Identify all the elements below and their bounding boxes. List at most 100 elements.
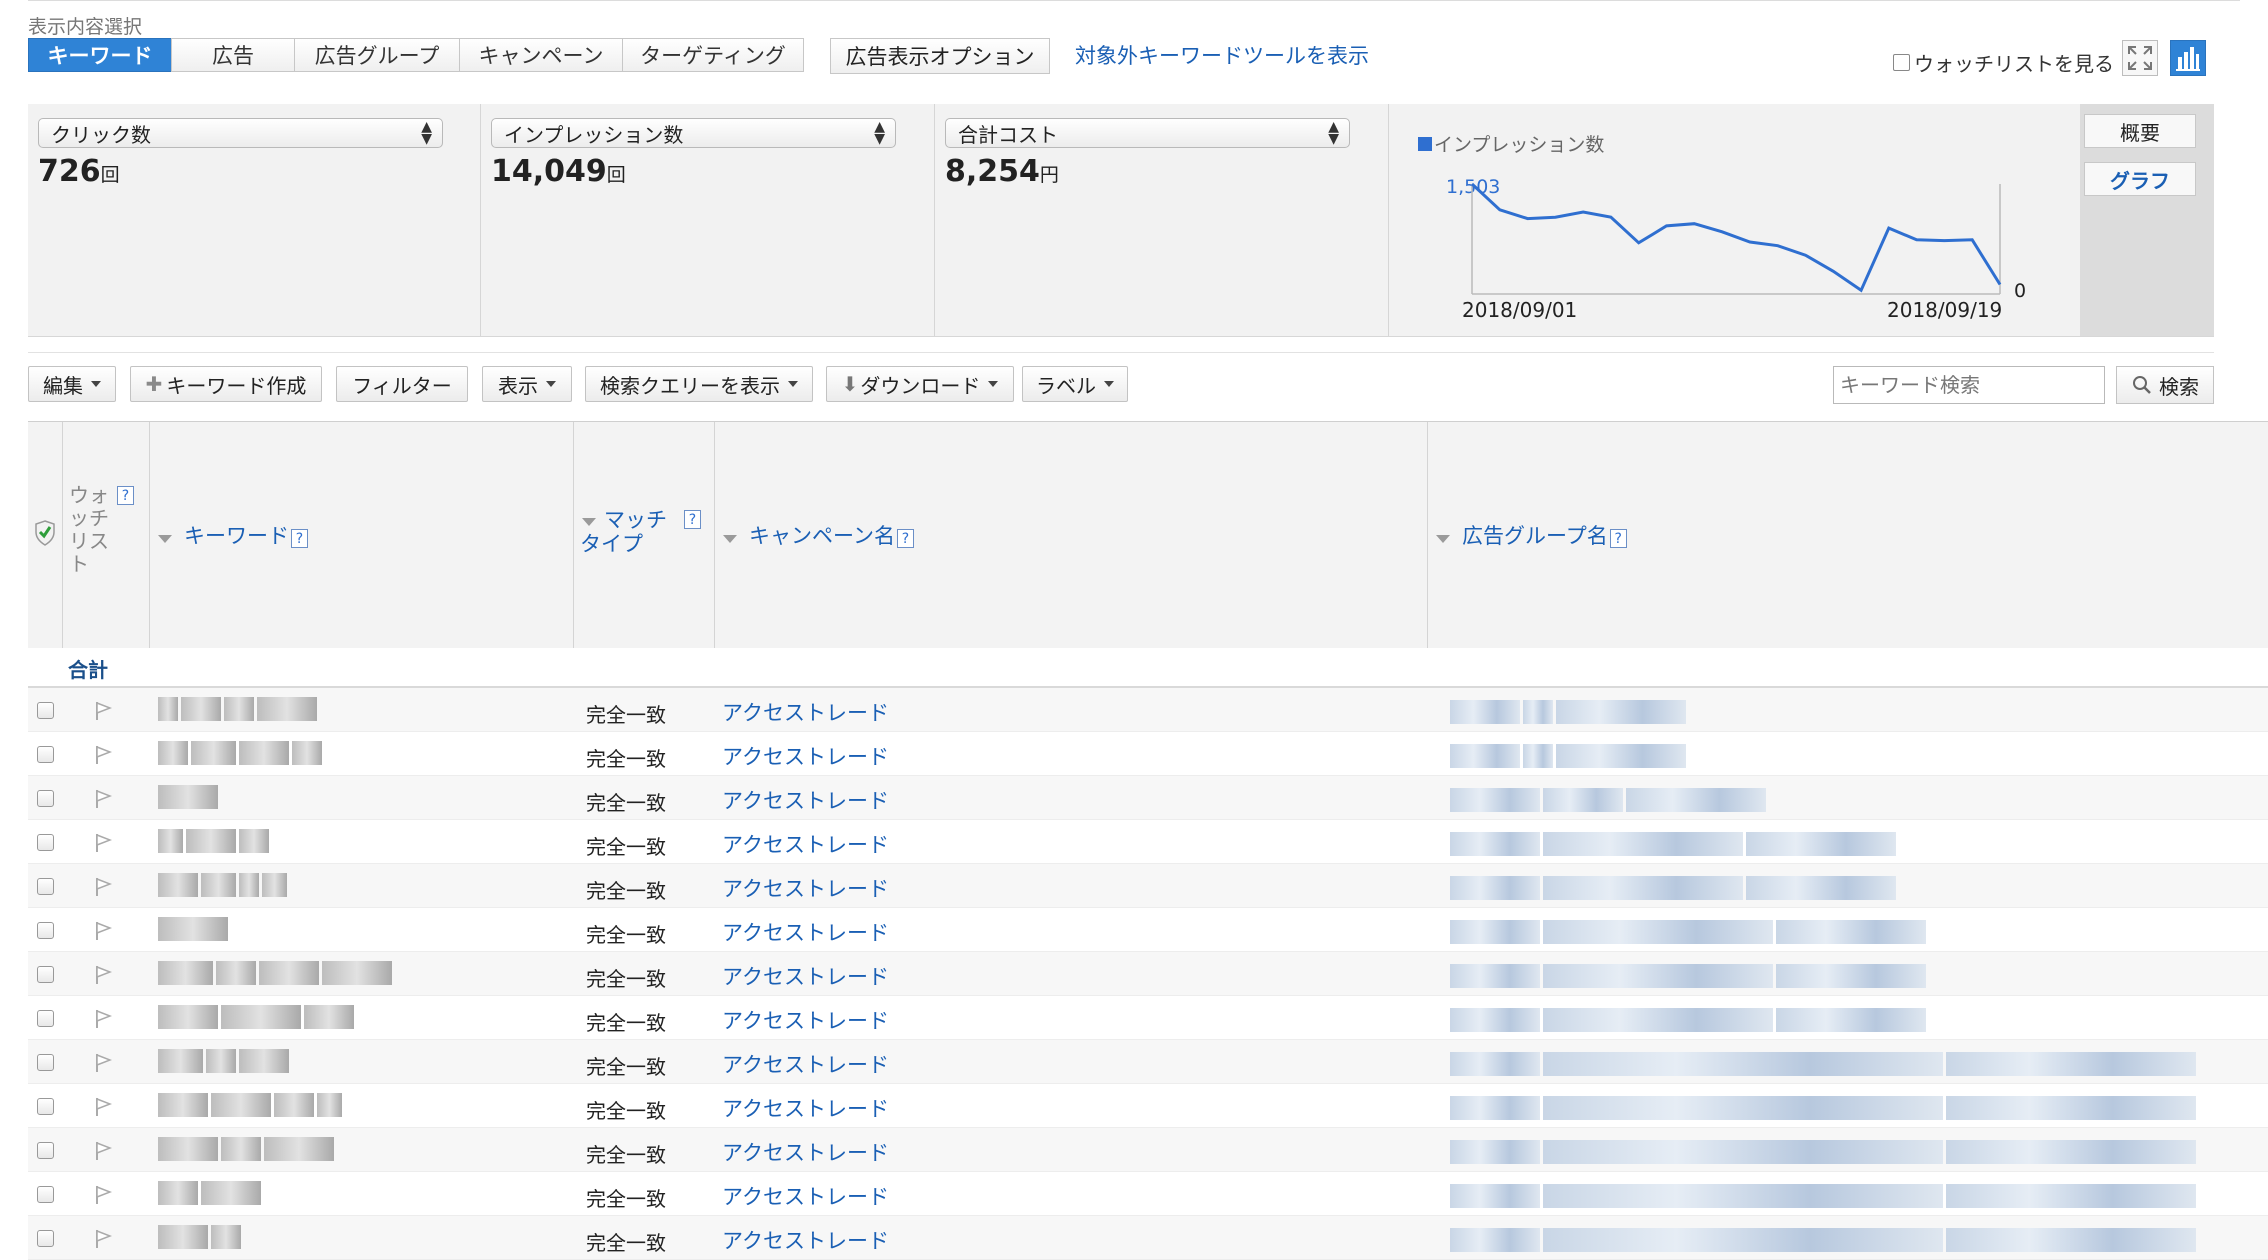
watchlist-flag-icon[interactable] <box>94 921 112 941</box>
keyword-cell-redacted[interactable] <box>158 1181 264 1205</box>
row-checkbox[interactable] <box>37 1054 54 1071</box>
summary-view-button[interactable]: 概要 <box>2084 114 2196 148</box>
campaign-link[interactable]: アクセストレード <box>722 1181 889 1211</box>
download-dropdown[interactable]: ⬇ ダウンロード <box>826 366 1014 402</box>
search-query-dropdown[interactable]: 検索クエリーを表示 <box>585 366 813 402</box>
ad-display-option-tab[interactable]: 広告表示オプション <box>830 38 1050 74</box>
ad-group-header-label[interactable]: 広告グループ名 <box>1462 524 1608 548</box>
row-checkbox[interactable] <box>37 702 54 719</box>
watchlist-flag-icon[interactable] <box>94 1097 112 1117</box>
keyword-cell-redacted[interactable] <box>158 1049 292 1073</box>
label-dropdown[interactable]: ラベル <box>1022 366 1128 402</box>
ad-group-cell-redacted[interactable] <box>1450 1140 2199 1164</box>
ad-group-column-header[interactable]: 広告グループ名? <box>1428 422 2268 649</box>
watchlist-flag-icon[interactable] <box>94 701 112 721</box>
ad-group-cell-redacted[interactable] <box>1450 876 1899 900</box>
help-icon[interactable]: ? <box>684 510 701 529</box>
campaign-link[interactable]: アクセストレード <box>722 961 889 991</box>
tab-ad[interactable]: 広告 <box>171 38 295 72</box>
filter-button[interactable]: フィルター <box>336 366 468 402</box>
row-checkbox[interactable] <box>37 834 54 851</box>
match-type-header-label[interactable]: マッチタイプ <box>580 508 672 556</box>
search-button[interactable]: 検索 <box>2116 366 2214 404</box>
watchlist-toggle[interactable]: ウォッチリストを見る <box>1893 48 2114 77</box>
row-checkbox[interactable] <box>37 790 54 807</box>
ad-group-cell-redacted[interactable] <box>1450 920 1929 944</box>
keyword-cell-redacted[interactable] <box>158 829 272 853</box>
chart-toggle-button[interactable] <box>2170 40 2206 76</box>
help-icon[interactable]: ? <box>896 529 914 548</box>
row-checkbox[interactable] <box>37 1186 54 1203</box>
watchlist-flag-icon[interactable] <box>94 1053 112 1073</box>
watchlist-flag-icon[interactable] <box>94 1141 112 1161</box>
campaign-link[interactable]: アクセストレード <box>722 741 889 771</box>
metric-select-cost[interactable]: 合計コスト ▲ ▼ <box>945 118 1350 148</box>
watchlist-flag-icon[interactable] <box>94 965 112 985</box>
match-type-column-header[interactable]: マッチタイプ ? <box>574 422 715 649</box>
watchlist-checkbox[interactable] <box>1893 54 1910 71</box>
metric-select-clicks[interactable]: クリック数 ▲ ▼ <box>38 118 443 148</box>
row-checkbox[interactable] <box>37 878 54 895</box>
campaign-link[interactable]: アクセストレード <box>722 917 889 947</box>
ad-group-cell-redacted[interactable] <box>1450 700 1689 724</box>
tab-ad-group[interactable]: 広告グループ <box>294 38 460 72</box>
create-keyword-button[interactable]: ✚ キーワード作成 <box>130 366 322 402</box>
help-icon[interactable]: ? <box>117 486 134 505</box>
campaign-link[interactable]: アクセストレード <box>722 1093 889 1123</box>
keyword-cell-redacted[interactable] <box>158 1093 345 1117</box>
row-checkbox[interactable] <box>37 966 54 983</box>
ad-group-cell-redacted[interactable] <box>1450 1228 2199 1252</box>
keyword-header-label[interactable]: キーワード <box>184 524 289 548</box>
keyword-search-input[interactable] <box>1833 366 2105 404</box>
watchlist-flag-icon[interactable] <box>94 1185 112 1205</box>
help-icon[interactable]: ? <box>1609 529 1627 548</box>
ad-group-cell-redacted[interactable] <box>1450 1008 1929 1032</box>
tab-campaign[interactable]: キャンペーン <box>459 38 623 72</box>
row-checkbox[interactable] <box>37 1230 54 1247</box>
ad-group-cell-redacted[interactable] <box>1450 1184 2199 1208</box>
tab-targeting[interactable]: ターゲティング <box>622 38 804 72</box>
ad-group-cell-redacted[interactable] <box>1450 1096 2199 1120</box>
keyword-cell-redacted[interactable] <box>158 1137 337 1161</box>
campaign-link[interactable]: アクセストレード <box>722 1225 889 1255</box>
keyword-cell-redacted[interactable] <box>158 1225 244 1249</box>
campaign-link[interactable]: アクセストレード <box>722 1137 889 1167</box>
watchlist-flag-icon[interactable] <box>94 745 112 765</box>
ad-group-cell-redacted[interactable] <box>1450 744 1689 768</box>
metric-select-impressions[interactable]: インプレッション数 ▲ ▼ <box>491 118 896 148</box>
tab-keyword[interactable]: キーワード <box>28 38 172 72</box>
campaign-link[interactable]: アクセストレード <box>722 829 889 859</box>
watchlist-flag-icon[interactable] <box>94 1009 112 1029</box>
display-dropdown[interactable]: 表示 <box>482 366 572 402</box>
help-icon[interactable]: ? <box>291 529 308 548</box>
ad-group-cell-redacted[interactable] <box>1450 832 1899 856</box>
keyword-cell-redacted[interactable] <box>158 961 395 985</box>
keyword-cell-redacted[interactable] <box>158 741 325 765</box>
watchlist-flag-icon[interactable] <box>94 833 112 853</box>
excluded-keyword-tool-link[interactable]: 対象外キーワードツールを表示 <box>1075 40 1369 70</box>
ad-group-cell-redacted[interactable] <box>1450 788 1769 812</box>
ad-group-cell-redacted[interactable] <box>1450 1052 2199 1076</box>
watchlist-flag-icon[interactable] <box>94 877 112 897</box>
keyword-column-header[interactable]: キーワード? <box>150 422 574 649</box>
campaign-link[interactable]: アクセストレード <box>722 873 889 903</box>
edit-dropdown[interactable]: 編集 <box>28 366 116 402</box>
row-checkbox[interactable] <box>37 746 54 763</box>
campaign-link[interactable]: アクセストレード <box>722 697 889 727</box>
campaign-link[interactable]: アクセストレード <box>722 785 889 815</box>
campaign-link[interactable]: アクセストレード <box>722 1005 889 1035</box>
fullscreen-button[interactable] <box>2122 40 2158 76</box>
row-checkbox[interactable] <box>37 1142 54 1159</box>
row-checkbox[interactable] <box>37 1098 54 1115</box>
watchlist-flag-icon[interactable] <box>94 1229 112 1249</box>
campaign-header-label[interactable]: キャンペーン名 <box>749 524 895 548</box>
graph-view-button[interactable]: グラフ <box>2084 162 2196 196</box>
keyword-cell-redacted[interactable] <box>158 917 231 941</box>
select-all-shield-check-icon[interactable] <box>34 520 56 546</box>
ad-group-cell-redacted[interactable] <box>1450 964 1929 988</box>
row-checkbox[interactable] <box>37 922 54 939</box>
keyword-cell-redacted[interactable] <box>158 1005 357 1029</box>
keyword-cell-redacted[interactable] <box>158 785 221 809</box>
campaign-column-header[interactable]: キャンペーン名? <box>715 422 1428 649</box>
keyword-cell-redacted[interactable] <box>158 873 290 897</box>
